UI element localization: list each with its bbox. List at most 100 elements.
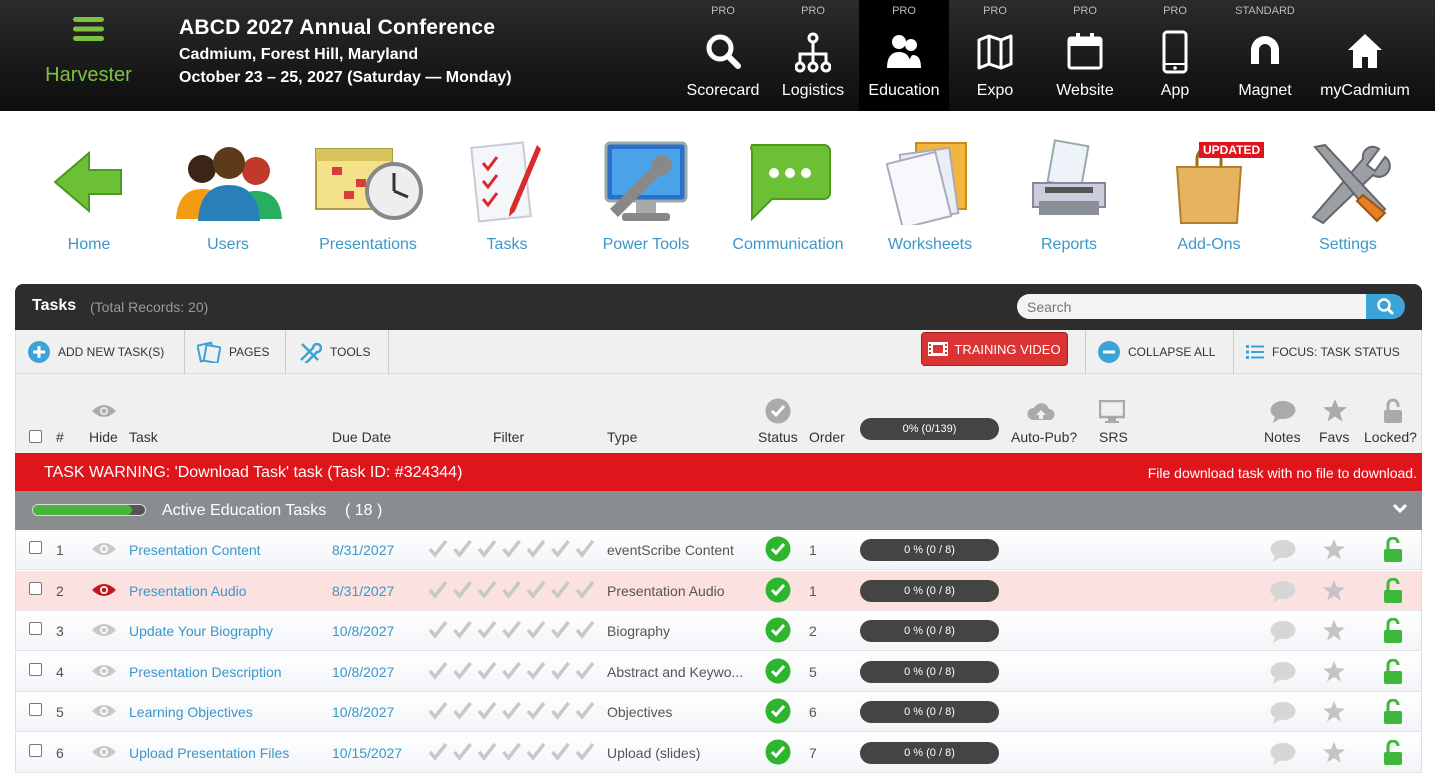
filter-checks-icon [428, 539, 594, 558]
module-mycadmium[interactable]: myCadmium [1320, 0, 1410, 111]
row-checkbox[interactable] [29, 622, 42, 635]
star-icon[interactable] [1322, 741, 1346, 764]
module-tier: STANDARD [1235, 5, 1295, 17]
filter-check [551, 661, 570, 680]
tools-icon [300, 342, 322, 363]
add-new-task-button[interactable]: ADD NEW TASK(S) [16, 330, 185, 374]
star-icon[interactable] [1322, 619, 1346, 642]
task-group-header[interactable]: Active Education Tasks ( 18 ) [15, 491, 1422, 530]
col-num: # [56, 429, 64, 445]
star-icon[interactable] [1322, 538, 1346, 561]
table-row[interactable]: 4 Presentation Description 10/8/2027 Abs… [15, 651, 1422, 692]
col-due-date[interactable]: Due Date [332, 429, 391, 445]
module-education[interactable]: PRO Education [859, 0, 949, 111]
module-expo[interactable]: PRO Expo [950, 0, 1040, 111]
hamburger-menu-icon[interactable] [73, 17, 104, 41]
comment-icon[interactable] [1270, 742, 1296, 766]
unlocked-icon[interactable] [1383, 618, 1403, 644]
col-status[interactable]: Status [758, 429, 798, 445]
star-icon [1323, 399, 1347, 422]
task-link[interactable]: Presentation Description [129, 664, 282, 680]
focus-task-status-button[interactable]: FOCUS: TASK STATUS [1234, 330, 1421, 374]
app-worksheets[interactable]: Worksheets [860, 136, 1000, 254]
app-users[interactable]: Users [158, 136, 298, 254]
task-type: Objectives [607, 704, 673, 720]
table-row[interactable]: 6 Upload Presentation Files 10/15/2027 U… [15, 732, 1422, 773]
module-magnet[interactable]: STANDARD Magnet [1220, 0, 1310, 111]
filter-check [477, 661, 497, 680]
filter-check [453, 701, 472, 720]
module-scorecard[interactable]: PRO Scorecard [678, 0, 768, 111]
row-checkbox[interactable] [29, 541, 42, 554]
star-icon[interactable] [1322, 579, 1346, 602]
task-link[interactable]: Learning Objectives [129, 704, 253, 720]
row-checkbox[interactable] [29, 662, 42, 676]
row-checkbox[interactable] [29, 581, 42, 595]
comment-icon[interactable] [1270, 620, 1296, 644]
app-power-tools[interactable]: Power Tools [576, 136, 716, 254]
eye-icon[interactable] [91, 664, 117, 678]
unlocked-icon[interactable] [1383, 699, 1403, 725]
select-all-checkbox[interactable] [29, 430, 42, 443]
app-communication[interactable]: Communication [718, 136, 858, 254]
app-reports[interactable]: Reports [999, 136, 1139, 254]
eye-icon[interactable] [91, 745, 117, 759]
comment-icon[interactable] [1270, 539, 1296, 563]
unlocked-icon[interactable] [1383, 537, 1403, 563]
due-date-link[interactable]: 10/8/2027 [332, 704, 394, 720]
app-presentations[interactable]: Presentations [298, 136, 438, 254]
collapse-all-button[interactable]: COLLAPSE ALL [1085, 330, 1234, 374]
eye-icon[interactable] [91, 542, 117, 556]
due-date-link[interactable]: 10/15/2027 [332, 745, 402, 761]
col-order[interactable]: Order [809, 429, 845, 445]
due-date-link[interactable]: 10/8/2027 [332, 664, 394, 680]
eye-icon[interactable] [91, 623, 117, 637]
eye-icon[interactable] [91, 704, 117, 718]
task-progress-bar: 0 % (0 / 8) [860, 579, 999, 602]
search-button[interactable] [1366, 294, 1405, 319]
unlocked-icon[interactable] [1383, 658, 1403, 685]
comment-icon[interactable] [1270, 661, 1296, 685]
module-app[interactable]: PRO App [1130, 0, 1220, 111]
table-row[interactable]: 1 Presentation Content 8/31/2027 eventSc… [15, 530, 1422, 570]
pages-icon [197, 341, 221, 363]
row-checkbox[interactable] [29, 703, 42, 716]
app-tasks[interactable]: Tasks [437, 136, 577, 254]
search-input[interactable] [1017, 294, 1367, 319]
app-label: Reports [1040, 236, 1098, 253]
due-date-link[interactable]: 8/31/2027 [332, 542, 394, 558]
app-settings[interactable]: Settings [1278, 136, 1418, 254]
app-home[interactable]: Home [19, 136, 159, 254]
training-video-button[interactable]: TRAINING VIDEO [921, 332, 1068, 366]
task-link[interactable]: Presentation Audio [129, 583, 247, 599]
brand[interactable]: Harvester [0, 0, 177, 111]
col-type[interactable]: Type [607, 429, 637, 445]
star-icon[interactable] [1322, 700, 1346, 723]
filter-check [502, 539, 521, 558]
filter-check [526, 701, 546, 720]
row-checkbox[interactable] [29, 743, 42, 757]
task-link[interactable]: Upload Presentation Files [129, 745, 289, 761]
filter-check [575, 620, 594, 639]
col-task[interactable]: Task [129, 429, 158, 445]
unlocked-icon[interactable] [1383, 577, 1403, 604]
due-date-link[interactable]: 8/31/2027 [332, 583, 394, 599]
tasks-toolbar: ADD NEW TASK(S) PAGES TOOLS TRAINING VID… [15, 330, 1422, 374]
col-hide[interactable]: Hide [89, 429, 118, 445]
chevron-down-icon[interactable] [1392, 503, 1408, 514]
table-row[interactable]: 2 Presentation Audio 8/31/2027 Presentat… [15, 570, 1422, 611]
table-row[interactable]: 5 Learning Objectives 10/8/2027 Objectiv… [15, 692, 1422, 732]
eye-icon[interactable] [91, 583, 117, 597]
unlocked-icon[interactable] [1383, 739, 1403, 766]
table-row[interactable]: 3 Update Your Biography 10/8/2027 Biogra… [15, 611, 1422, 651]
task-link[interactable]: Presentation Content [129, 542, 261, 558]
comment-icon[interactable] [1270, 580, 1296, 604]
task-link[interactable]: Update Your Biography [129, 623, 273, 639]
module-website[interactable]: PRO Website [1040, 0, 1130, 111]
star-icon[interactable] [1322, 660, 1346, 683]
module-logistics[interactable]: PRO Logistics [768, 0, 858, 111]
due-date-link[interactable]: 10/8/2027 [332, 623, 394, 639]
tools-button[interactable]: TOOLS [286, 330, 389, 374]
comment-icon[interactable] [1270, 701, 1296, 725]
pages-button[interactable]: PAGES [185, 330, 286, 374]
